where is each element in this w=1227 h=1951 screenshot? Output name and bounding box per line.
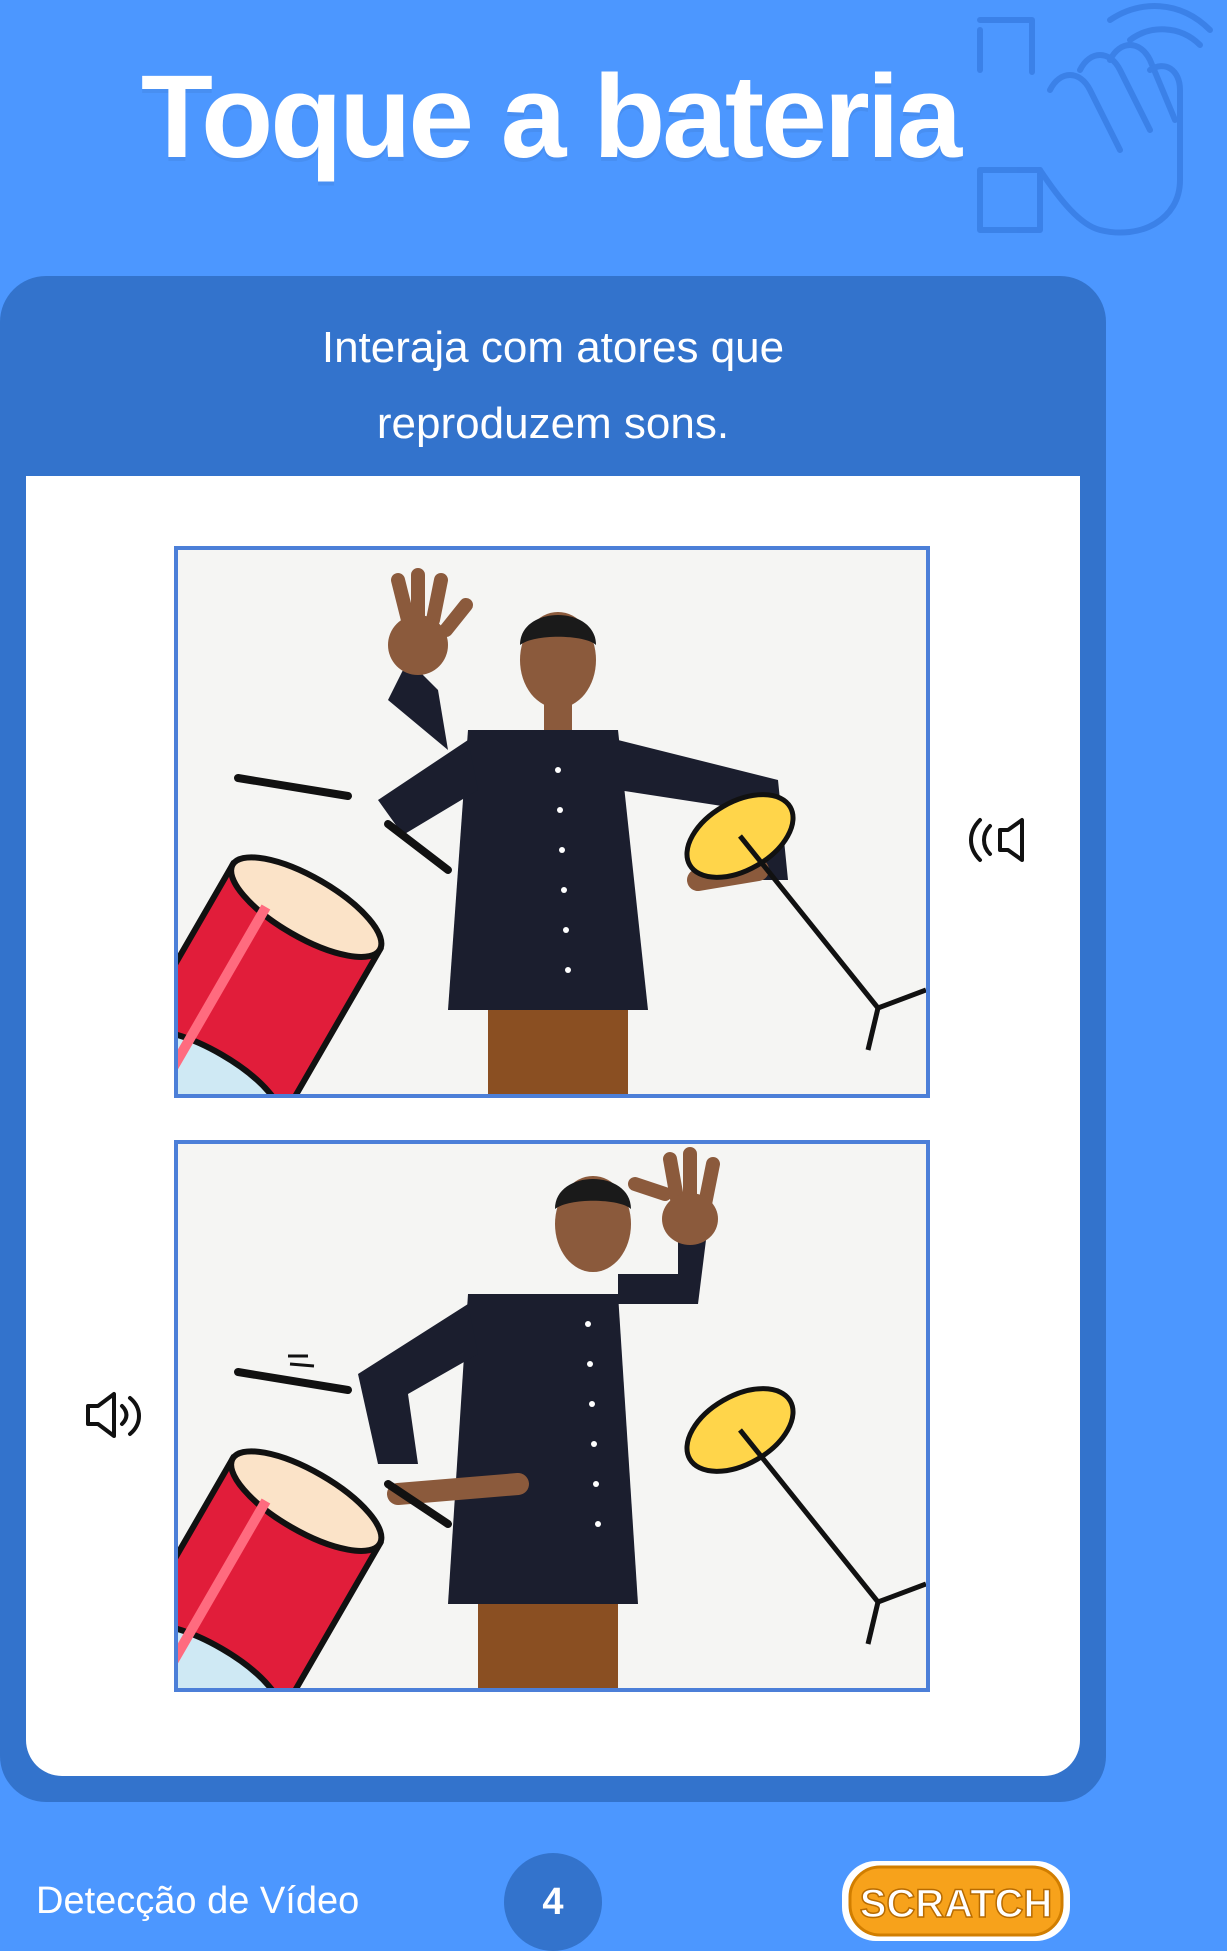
photo-frame-cymbal [174,546,930,1098]
description-line-1: Interaja com atores que [321,323,785,372]
video-sensing-hand-icon [977,3,1213,236]
illustration-actor-hits-cymbal [178,550,926,1094]
scratch-logo: SCRATCH [842,1861,1070,1941]
footer-category-label: Detecção de Vídeo [36,1880,360,1922]
illustration-actor-hits-drum [178,1144,926,1688]
speaker-sound-icon [969,818,1024,862]
instruction-card: Interaja com atores que reproduzem sons. [0,276,1106,1802]
card-header: Interaja com atores que reproduzem sons. [0,276,1106,476]
page-title: Toque a bateria [140,51,962,183]
photo-frame-drum [174,1140,930,1692]
page-number-badge: 4 [504,1853,602,1951]
card-body [26,476,1080,1776]
description-line-2: reproduzem sons. [376,399,730,448]
scratch-logo-text: SCRATCH [860,1882,1053,1926]
speaker-sound-icon [86,1392,141,1438]
